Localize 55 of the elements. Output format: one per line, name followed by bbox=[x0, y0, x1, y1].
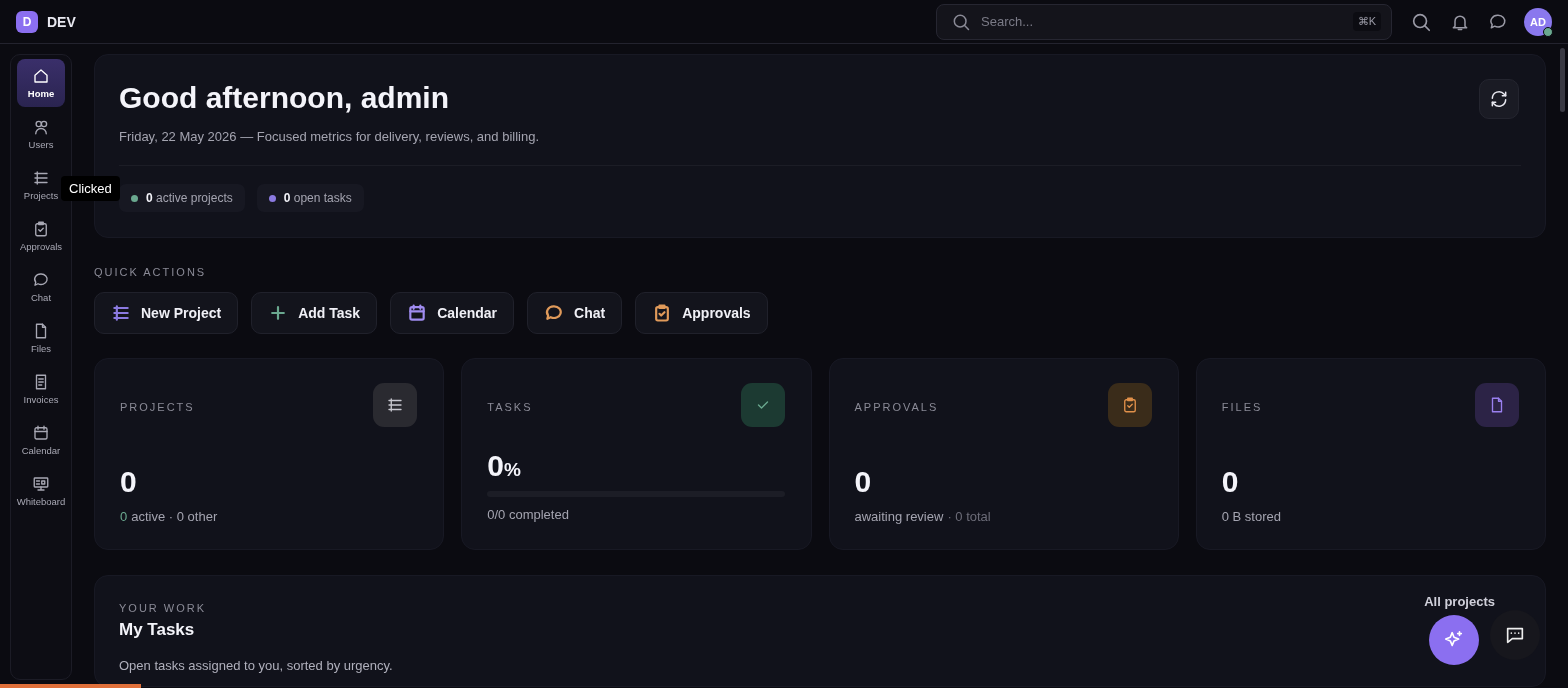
stat-label: APPROVALS bbox=[854, 401, 939, 413]
stat-detail: · 0 total bbox=[947, 509, 991, 524]
sidebar-item[interactable]: Users bbox=[17, 110, 65, 158]
date-subtitle: Friday, 22 May 2026 — Focused metrics for delivery, reviews, and billing. bbox=[119, 129, 541, 144]
stat-detail: 0 B stored bbox=[1221, 509, 1281, 524]
quick-action-button[interactable]: Chat bbox=[527, 292, 623, 334]
chip-text: 0 active projects bbox=[146, 191, 233, 205]
stat-label: PROJECTS bbox=[120, 401, 195, 413]
home-icon bbox=[32, 67, 50, 85]
quick-action-button[interactable]: Approvals bbox=[635, 292, 768, 334]
scrollbar-thumb[interactable] bbox=[1560, 48, 1565, 112]
section-heading: QUICK ACTIONS bbox=[94, 266, 207, 278]
stat-value: 0 bbox=[854, 465, 872, 499]
user-avatar[interactable]: AD bbox=[1524, 7, 1552, 36]
sidebar-item[interactable]: Files bbox=[17, 314, 65, 362]
list-icon bbox=[386, 396, 405, 414]
shortcut-hint: ⌘K bbox=[1352, 12, 1381, 31]
stat-label: TASKS bbox=[487, 401, 533, 413]
refresh-icon bbox=[1489, 89, 1509, 109]
refresh-button[interactable] bbox=[1479, 79, 1519, 119]
sidebar-item[interactable]: Invoices bbox=[17, 365, 65, 413]
online-status-dot bbox=[1543, 26, 1553, 37]
sidebar-item[interactable]: Approvals bbox=[17, 212, 65, 260]
app-logo[interactable]: D bbox=[16, 10, 38, 33]
search-bar[interactable]: Search... ⌘K bbox=[936, 3, 1392, 40]
sidebar-item[interactable]: Chat bbox=[17, 263, 65, 311]
tooltip: Clicked bbox=[61, 176, 120, 201]
chat-bubble-icon bbox=[32, 271, 50, 289]
stat-detail: 0/0 completed bbox=[487, 507, 569, 522]
users-icon bbox=[32, 118, 50, 136]
brand-name: DEV bbox=[47, 13, 76, 30]
all-projects-link[interactable]: All projects bbox=[1424, 594, 1495, 609]
stat-detail: active · 0 other bbox=[131, 509, 218, 524]
greeting-title: Good afternoon, admin bbox=[119, 81, 449, 115]
sidebar-item[interactable]: Whiteboard bbox=[17, 467, 65, 515]
calendar-icon bbox=[32, 424, 50, 442]
search-field[interactable]: Search... bbox=[979, 13, 1345, 30]
chip-text: 0 open tasks bbox=[283, 191, 352, 205]
list-icon bbox=[32, 169, 50, 187]
stat-value: 0 bbox=[120, 465, 137, 499]
stat-value: 0 bbox=[1221, 465, 1239, 499]
quick-action-button[interactable]: Calendar bbox=[390, 292, 515, 334]
monitor-icon bbox=[32, 475, 50, 493]
quick-action-button[interactable]: New Project bbox=[94, 292, 239, 334]
stat-detail: awaiting review bbox=[854, 509, 944, 524]
tasks-subtitle: Open tasks assigned to you, sorted by urgency. bbox=[119, 658, 394, 673]
stat-value: 0% bbox=[487, 449, 521, 483]
tasks-title: My Tasks bbox=[119, 620, 195, 640]
quick-action-button[interactable]: Add Task bbox=[251, 292, 378, 334]
stat-detail: 0 bbox=[120, 509, 128, 524]
sidebar-item[interactable]: Calendar bbox=[17, 416, 65, 464]
clipboard-check-icon bbox=[32, 220, 50, 238]
stat-label: FILES bbox=[1221, 401, 1263, 413]
sidebar-item[interactable]: Home bbox=[17, 59, 65, 107]
section-eyebrow: YOUR WORK bbox=[119, 602, 207, 614]
